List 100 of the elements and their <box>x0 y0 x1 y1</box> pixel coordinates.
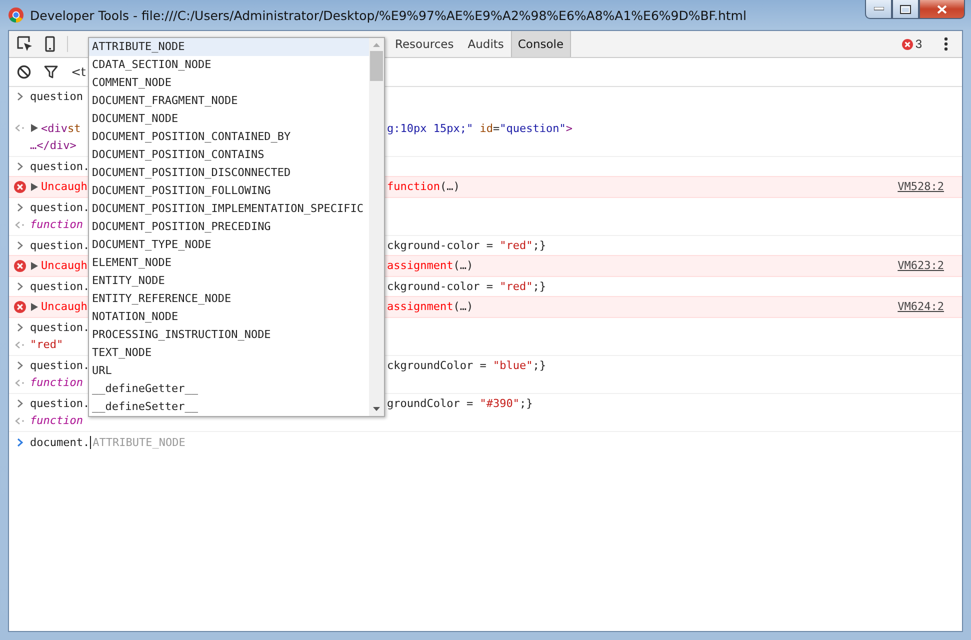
result-arrow-icon <box>14 378 24 387</box>
code-text: question. <box>30 396 90 410</box>
error-message: Uncaugh <box>41 180 88 194</box>
attribute-value: g:10px 15px;" <box>387 122 474 135</box>
suggestion-item[interactable]: CDATA_SECTION_NODE <box>89 56 369 74</box>
maximize-icon <box>900 4 911 14</box>
suggestion-item[interactable]: URL <box>89 362 369 380</box>
html-tag: > <box>566 122 572 135</box>
code-text: ;} <box>532 358 546 372</box>
function-keyword: function <box>30 414 83 428</box>
function-keyword: function <box>30 376 83 390</box>
suggestion-item[interactable]: DOCUMENT_FRAGMENT_NODE <box>89 92 369 110</box>
code-text: question. <box>30 320 90 334</box>
result-arrow-icon <box>14 416 24 425</box>
input-prompt-icon <box>16 240 22 250</box>
maximize-button[interactable] <box>892 0 919 19</box>
minimize-icon <box>874 7 884 11</box>
code-text: groundColor = <box>387 396 474 410</box>
code-text: ckground-color = <box>387 280 494 293</box>
suggestion-item[interactable]: DOCUMENT_POSITION_CONTAINED_BY <box>89 128 369 146</box>
suggestion-item[interactable]: ATTRIBUTE_NODE <box>89 38 369 56</box>
source-link[interactable]: VM528:2 <box>898 180 944 194</box>
string-value: "red" <box>30 338 64 352</box>
input-prompt-icon <box>16 322 22 332</box>
autocomplete-suggestion: ATTRIBUTE_NODE <box>92 436 186 449</box>
code-text: ;} <box>532 238 546 252</box>
code-text: question. <box>30 358 90 372</box>
window-title: Developer Tools - file:///C:/Users/Administrator/Desktop/%E9%97%AE%E9%A2%98%E6%A8%A1%E6%9D%BF.html <box>30 8 746 22</box>
input-prompt-icon <box>16 162 22 171</box>
error-icon <box>14 180 26 193</box>
suggestion-item[interactable]: ENTITY_REFERENCE_NODE <box>89 290 369 308</box>
result-arrow-icon <box>14 220 24 229</box>
input-prompt-icon <box>16 92 22 102</box>
string-value: "blue" <box>492 358 533 372</box>
inspect-element-icon[interactable] <box>17 36 33 52</box>
expand-triangle-icon[interactable] <box>31 124 38 132</box>
error-message: function <box>387 180 440 194</box>
suggestion-item[interactable]: __defineSetter__ <box>89 398 369 416</box>
suggestion-item[interactable]: DOCUMENT_POSITION_DISCONNECTED <box>89 164 369 182</box>
error-count-badge[interactable]: 3 <box>902 37 922 51</box>
suggestion-item[interactable]: TEXT_NODE <box>89 344 369 362</box>
context-selector[interactable]: <t <box>71 65 86 79</box>
input-prompt-icon <box>16 360 22 370</box>
code-text: ckground-color = <box>387 238 494 252</box>
input-prompt-icon <box>16 398 22 408</box>
attribute-name: id <box>478 122 493 135</box>
error-icon <box>14 260 26 272</box>
attribute-value: "question" <box>500 122 566 135</box>
suggestion-item[interactable]: COMMENT_NODE <box>89 74 369 92</box>
input-prompt-icon <box>16 202 22 212</box>
string-value: "#390" <box>480 396 520 410</box>
suggestion-item[interactable]: DOCUMENT_TYPE_NODE <box>89 236 369 254</box>
expand-triangle-icon[interactable] <box>31 182 38 191</box>
clear-console-icon[interactable] <box>17 65 31 79</box>
panel-tab[interactable]: Resources <box>388 31 461 57</box>
suggestion-item[interactable]: PROCESSING_INSTRUCTION_NODE <box>89 326 369 344</box>
attribute-name: st <box>68 122 81 135</box>
close-icon <box>937 4 947 14</box>
code-text: (…) <box>440 180 460 194</box>
source-link[interactable]: VM624:2 <box>898 300 944 314</box>
suggestion-item[interactable]: DOCUMENT_POSITION_IMPLEMENTATION_SPECIFIC <box>89 200 369 218</box>
code-text: (…) <box>453 259 474 272</box>
mobile-device-icon[interactable] <box>45 36 55 52</box>
scrollbar[interactable] <box>369 38 384 416</box>
scroll-down-arrow-icon[interactable] <box>373 407 380 411</box>
panel-tab[interactable]: Console <box>510 31 571 57</box>
error-message: assignment <box>387 259 454 272</box>
function-keyword: function <box>30 218 83 232</box>
suggestion-item[interactable]: DOCUMENT_POSITION_CONTAINS <box>89 146 369 164</box>
code-text: question. <box>30 200 90 214</box>
code-text: question. <box>30 160 90 173</box>
minimize-button[interactable] <box>865 0 892 19</box>
close-button[interactable] <box>919 0 965 19</box>
string-value: "red" <box>500 238 533 252</box>
expand-triangle-icon[interactable] <box>31 302 38 311</box>
source-link[interactable]: VM623:2 <box>898 259 944 272</box>
code-text: question. <box>30 280 90 293</box>
code-text: question. <box>30 238 90 252</box>
prompt-icon <box>16 438 22 447</box>
error-icon <box>902 38 914 50</box>
code-text: question <box>30 90 83 104</box>
suggestion-item[interactable]: __defineGetter__ <box>89 380 369 398</box>
scrollbar-thumb[interactable] <box>370 51 383 81</box>
more-menu-icon[interactable] <box>944 37 948 51</box>
error-message: Uncaugh <box>41 259 88 272</box>
error-message: Uncaugh <box>41 300 88 314</box>
console-input-field[interactable]: document. ATTRIBUTE_NODE <box>30 434 186 451</box>
expand-triangle-icon[interactable] <box>31 262 38 270</box>
result-arrow-icon <box>14 124 24 132</box>
suggestion-item[interactable]: NOTATION_NODE <box>89 308 369 326</box>
input-prompt-icon <box>16 282 22 291</box>
filter-icon[interactable] <box>44 65 58 79</box>
suggestion-item[interactable]: DOCUMENT_POSITION_PRECEDING <box>89 218 369 236</box>
suggestion-item[interactable]: DOCUMENT_NODE <box>89 110 369 128</box>
code-text: ;} <box>532 280 546 293</box>
panel-tab[interactable]: Audits <box>460 31 511 57</box>
code-text: ;} <box>519 396 533 410</box>
suggestion-item[interactable]: ENTITY_NODE <box>89 272 369 290</box>
suggestion-item[interactable]: ELEMENT_NODE <box>89 254 369 272</box>
suggestion-item[interactable]: DOCUMENT_POSITION_FOLLOWING <box>89 182 369 200</box>
